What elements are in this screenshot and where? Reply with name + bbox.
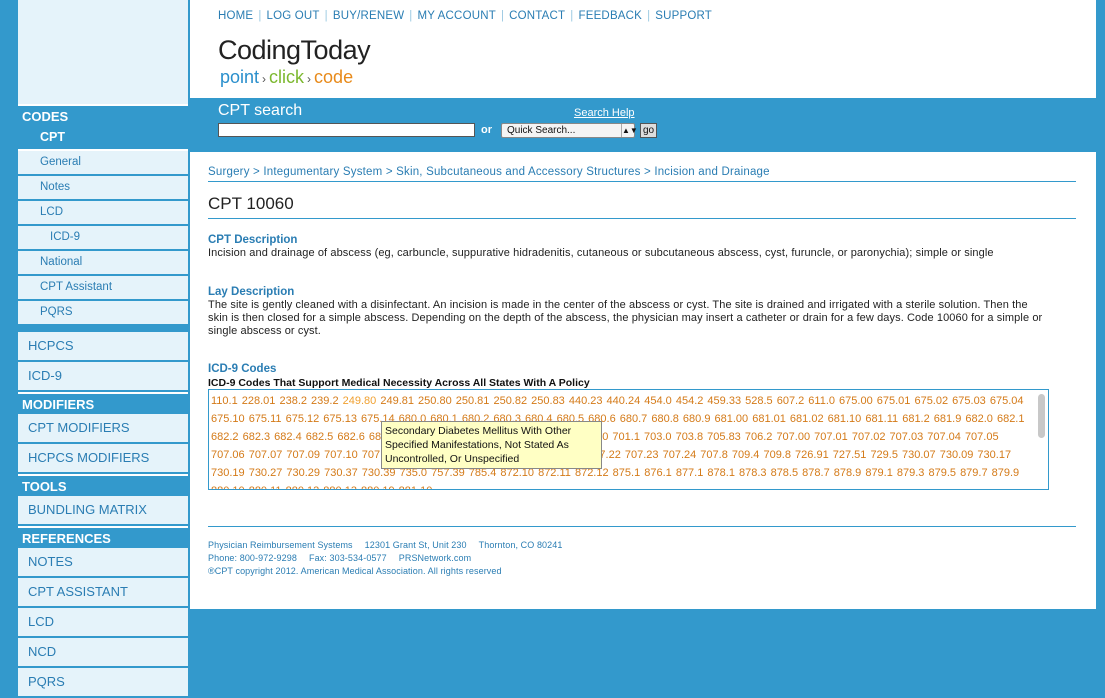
sidebar-item-cpt[interactable]: CPT [18,126,188,151]
divider [208,181,1076,182]
nav-support[interactable]: SUPPORT [655,10,712,22]
main-content: HOME | LOG OUT | BUY/RENEW | MY ACCOUNT | CONTAC… [190,0,1096,609]
search-or-label: or [481,124,492,136]
icd9-code-list[interactable]: 110.1 228.01 238.2 239.2 249.80 249.81 2… [208,389,1049,490]
nav-contact[interactable]: CONTACT [509,10,565,22]
sidebar-item-ref-cpt-assistant[interactable]: CPT ASSISTANT [18,578,188,608]
sidebar-item-icd9[interactable]: ICD-9 [18,362,188,392]
nav-separator: | [570,10,574,22]
sidebar-heading-tools: TOOLS [18,474,188,496]
footer-fax: Fax: 303-534-0577 [308,553,387,563]
search-help-link[interactable]: Search Help [574,107,635,119]
divider [208,218,1076,219]
sidebar: CODES CPT General Notes LCD ICD-9 Nation… [18,0,188,698]
search-label: CPT search [218,102,303,119]
search-input[interactable] [218,123,475,137]
sidebar-heading-codes: CODES [18,104,188,126]
breadcrumb[interactable]: Surgery > Integumentary System > Skin, S… [208,166,770,178]
footer-company: Physician Reimbursement Systems [208,540,353,550]
logo-word-point: point [220,67,260,87]
footer-phone: Phone: 800-972-9298 [208,553,297,563]
nav-separator: | [324,10,328,22]
quick-search-value: Quick Search... [507,125,576,136]
sidebar-item-icd9-sub[interactable]: ICD-9 [18,226,188,251]
lay-description-heading: Lay Description [208,286,295,298]
sidebar-item-lcd[interactable]: LCD [18,201,188,226]
nav-home[interactable]: HOME [218,10,253,22]
left-frame-strip [0,0,18,691]
scrollbar-thumb[interactable] [1038,394,1045,438]
go-button[interactable]: go [640,123,657,138]
icd9-codes[interactable]: 110.1 228.01 238.2 239.2 249.80 249.81 2… [211,392,1029,489]
footer-contact-line: Phone: 800-972-9298 Fax: 303-534-0577 PRSN… [208,552,574,565]
lay-description-text: The site is gently cleaned with a disinf… [208,299,1043,337]
footer-city: Thornton, CO 80241 [478,540,563,550]
search-bar: CPT search Search Help or Quick Search..… [190,98,1096,152]
nav-logout[interactable]: LOG OUT [267,10,320,22]
sidebar-heading-references: REFERENCES [18,526,188,548]
sidebar-item-hcpcs[interactable]: HCPCS [18,332,188,362]
sidebar-item-cpt-assistant[interactable]: CPT Assistant [18,276,188,301]
sidebar-item-bundling-matrix[interactable]: BUNDLING MATRIX [18,496,188,526]
sidebar-item-ref-notes[interactable]: NOTES [18,548,188,578]
nav-separator: | [647,10,651,22]
logo-arrow-icon: › [262,72,267,86]
select-arrows-icon: ▲▼ [621,124,638,137]
footer-copyright: ®CPT copyright 2012. American Medical As… [208,566,502,576]
footer-site-link[interactable]: PRSNetwork.com [399,553,471,563]
sidebar-heading-modifiers: MODIFIERS [18,392,188,414]
nav-my-account[interactable]: MY ACCOUNT [417,10,495,22]
icd9-codes-after[interactable]: 249.81 250.80 250.81 250.82 250.83 440.2… [211,395,1024,489]
footer: Physician Reimbursement Systems 12301 Gra… [208,539,574,578]
icd9-subheading: ICD-9 Codes That Support Medical Necessi… [208,377,590,389]
page-title: CPT 10060 [208,194,294,213]
nav-buy-renew[interactable]: BUY/RENEW [333,10,404,22]
sidebar-item-notes[interactable]: Notes [18,176,188,201]
nav-feedback[interactable]: FEEDBACK [578,10,642,22]
sidebar-item-national[interactable]: National [18,251,188,276]
sidebar-logo-area [18,0,188,104]
logo-word-code: code [314,67,354,87]
footer-address-line: Physician Reimbursement Systems 12301 Gra… [208,539,574,552]
sidebar-item-ref-ncd[interactable]: NCD [18,638,188,668]
sidebar-item-general[interactable]: General [18,151,188,176]
icd9-heading: ICD-9 Codes [208,363,277,375]
sidebar-item-pqrs[interactable]: PQRS [18,301,188,326]
logo-arrow-icon: › [307,72,312,86]
divider [208,526,1076,527]
logo-name: CodingToday [218,35,371,65]
logo-tagline: point › click › code [220,67,353,88]
footer-address: 12301 Grant St, Unit 230 [364,540,467,550]
sidebar-item-cpt-modifiers[interactable]: CPT MODIFIERS [18,414,188,444]
icd9-code-hovered[interactable]: 249.80 [343,395,377,407]
nav-separator: | [409,10,413,22]
nav-separator: | [258,10,262,22]
icd9-codes-before[interactable]: 110.1 228.01 238.2 239.2 [211,395,343,407]
logo-word-click: click [269,67,305,87]
quick-search-select[interactable]: Quick Search... ▲▼ [501,123,638,138]
sidebar-item-hcpcs-modifiers[interactable]: HCPCS MODIFIERS [18,444,188,474]
sidebar-item-ref-lcd[interactable]: LCD [18,608,188,638]
top-navigation: HOME | LOG OUT | BUY/RENEW | MY ACCOUNT | CONTAC… [218,10,712,22]
code-tooltip: Secondary Diabetes Mellitus With Other S… [381,421,602,469]
cpt-description-text: Incision and drainage of abscess (eg, ca… [208,247,994,259]
sidebar-item-ref-pqrs[interactable]: PQRS [18,668,188,698]
cpt-description-heading: CPT Description [208,234,298,246]
code-list-scrollbar[interactable] [1037,392,1046,486]
nav-separator: | [500,10,505,22]
